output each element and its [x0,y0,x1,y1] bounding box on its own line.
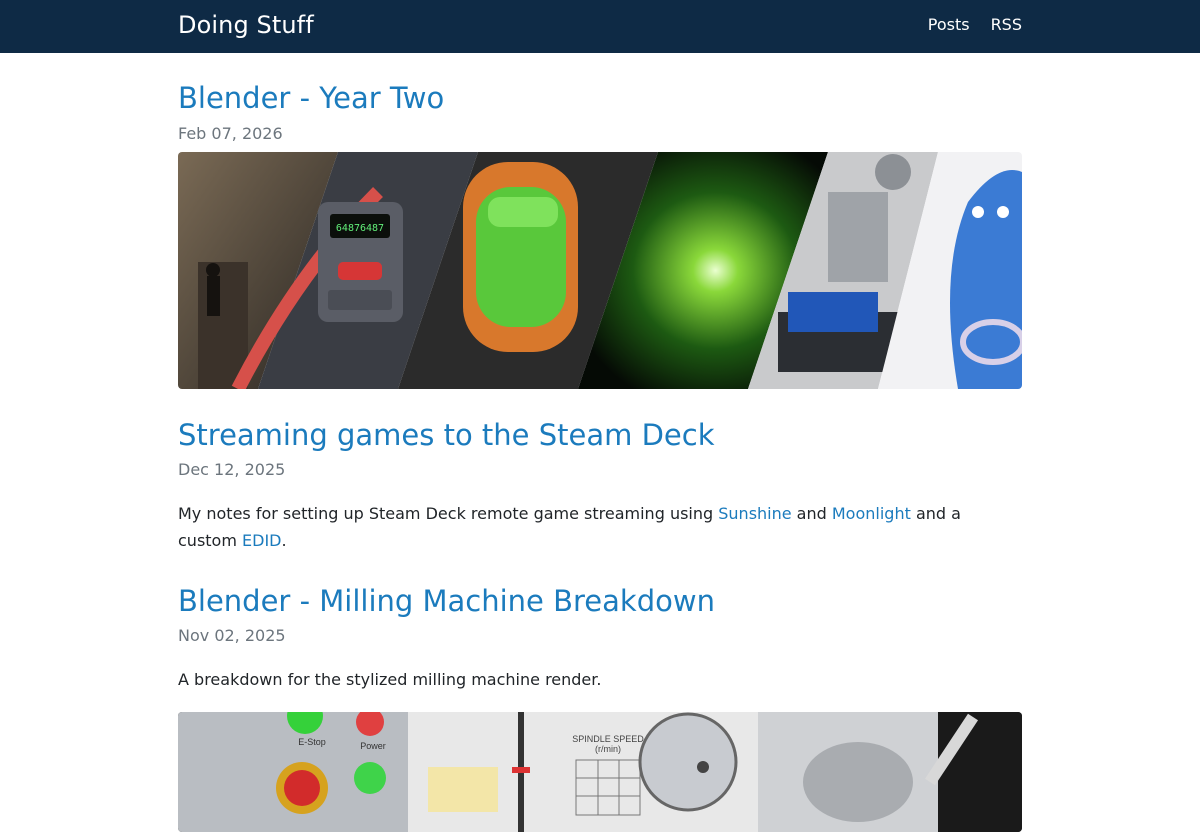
post-title-link[interactable]: Streaming games to the Steam Deck [178,417,715,453]
milling-machine-image: E-Stop Power SPINDLE SPEED (r/min) [178,712,1022,832]
nav-links: Posts RSS [928,15,1022,34]
rpm-label: (r/min) [595,744,621,754]
edid-link[interactable]: EDID [242,531,281,550]
post-date: Feb 07, 2026 [178,124,283,143]
post-date: Nov 02, 2025 [178,626,286,645]
top-navbar: Doing Stuff Posts RSS [0,0,1200,53]
post-summary: My notes for setting up Steam Deck remot… [178,500,1022,554]
post-summary: A breakdown for the stylized milling mac… [178,670,602,689]
post-thumbnail-image[interactable]: 64876487 [178,152,1022,389]
post-title-link[interactable]: Blender - Milling Machine Breakdown [178,583,715,619]
device-display-text: 64876487 [336,223,384,234]
moonlight-link[interactable]: Moonlight [832,504,911,523]
nav-posts-link[interactable]: Posts [928,15,970,34]
summary-text: and [791,504,832,523]
site-brand-link[interactable]: Doing Stuff [178,11,314,39]
summary-text: My notes for setting up Steam Deck remot… [178,504,719,523]
collage-image: 64876487 [178,152,1022,389]
power-label: Power [360,741,386,751]
post-title-link[interactable]: Blender - Year Two [178,80,444,116]
summary-text: . [281,531,287,550]
post-thumbnail-image[interactable]: E-Stop Power SPINDLE SPEED (r/min) [178,712,1022,832]
spindle-speed-label: SPINDLE SPEED [572,734,644,744]
post-date: Dec 12, 2025 [178,460,286,479]
nav-rss-link[interactable]: RSS [991,15,1022,34]
estop-label: E-Stop [298,737,326,747]
sunshine-link[interactable]: Sunshine [718,504,791,523]
